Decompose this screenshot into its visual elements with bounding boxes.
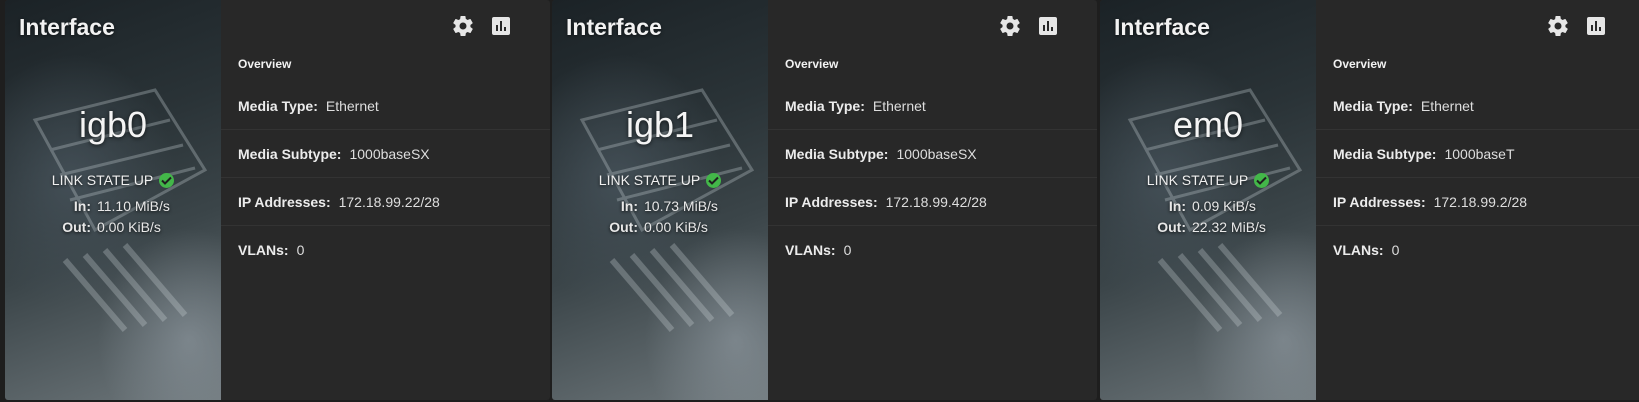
traffic-out-label: Out: [62,219,91,235]
media-subtype-value: 1000baseSX [896,145,977,162]
interface-name: em0 [1172,104,1244,145]
interface-card-igb1: Interface igb1 LINK STATE UP In: 10.73 M… [552,0,1097,400]
interface-details-panel: Overview Media Type: Ethernet Media Subt… [221,0,550,400]
vlans-label: VLANs: [785,242,836,258]
traffic-in-value: 11.10 MiB/s [97,198,170,214]
media-subtype-value: 1000baseT [1444,145,1515,162]
ip-addresses-label: IP Addresses: [1333,193,1426,210]
media-type-row: Media Type: Ethernet [768,82,1097,130]
vlans-row: VLANs: 0 [1316,226,1639,274]
link-state-label: LINK STATE UP [1146,172,1249,188]
link-state-label: LINK STATE UP [51,172,154,188]
media-type-label: Media Type: [1333,97,1413,114]
traffic-out-value: 0.00 KiB/s [644,219,708,235]
media-type-label: Media Type: [785,97,865,114]
settings-button[interactable] [451,14,475,38]
media-subtype-row: Media Subtype: 1000baseSX [768,130,1097,178]
traffic-out-label: Out: [609,219,638,235]
ip-addresses-label: IP Addresses: [238,193,331,210]
interface-name: igb0 [78,104,148,145]
traffic-in-label: In: [620,198,638,214]
traffic-out-value: 0.00 KiB/s [97,219,161,235]
ip-addresses-value: 172.18.99.42/28 [885,193,987,210]
interface-card-igb0: Interface igb0 LINK STATE UP In: 11.10 M… [5,0,550,400]
media-subtype-label: Media Subtype: [1333,145,1437,162]
vlans-label: VLANs: [1333,242,1384,258]
card-title: Interface [566,14,662,40]
ip-addresses-label: IP Addresses: [785,193,878,210]
interface-widget-row: Interface igb0 LINK STATE UP In: 11.10 M… [0,0,1639,402]
traffic-out-label: Out: [1157,219,1186,235]
ip-addresses-value: 172.18.99.22/28 [338,193,440,210]
link-state: LINK STATE UP [552,172,768,188]
card-title: Interface [1114,14,1210,40]
bar-chart-icon [1587,17,1605,35]
media-subtype-label: Media Subtype: [238,145,342,162]
vlans-value: 0 [843,242,852,258]
ip-addresses-row: IP Addresses: 172.18.99.2/28 [1316,178,1639,226]
media-type-value: Ethernet [1420,97,1474,114]
media-subtype-value: 1000baseSX [349,145,430,162]
interface-details-panel: Overview Media Type: Ethernet Media Subt… [768,0,1097,400]
overview-heading: Overview [1333,57,1387,71]
gear-icon [453,16,473,37]
bar-chart-icon [492,17,510,35]
stats-button[interactable] [489,14,513,38]
check-circle-icon [1254,172,1270,188]
traffic-in-label: In: [73,198,91,214]
bar-chart-icon [1039,17,1057,35]
media-type-row: Media Type: Ethernet [1316,82,1639,130]
vlans-value: 0 [1391,242,1400,258]
media-type-value: Ethernet [872,97,926,114]
vlans-value: 0 [296,242,305,258]
card-title: Interface [19,14,115,40]
traffic-in-value: 10.73 MiB/s [644,198,718,214]
traffic-in-label: In: [1168,198,1186,214]
gear-icon [1548,16,1568,37]
link-state: LINK STATE UP [1100,172,1316,188]
vlans-row: VLANs: 0 [221,226,550,274]
interface-image-panel: Interface igb0 LINK STATE UP In: 11.10 M… [5,0,221,400]
stats-button[interactable] [1036,14,1060,38]
media-type-label: Media Type: [238,97,318,114]
check-circle-icon [706,172,722,188]
settings-button[interactable] [1546,14,1570,38]
link-state: LINK STATE UP [5,172,221,188]
vlans-label: VLANs: [238,242,289,258]
ip-addresses-value: 172.18.99.2/28 [1433,193,1528,210]
media-subtype-row: Media Subtype: 1000baseSX [221,130,550,178]
interface-image-panel: Interface igb1 LINK STATE UP In: 10.73 M… [552,0,768,400]
ip-addresses-row: IP Addresses: 172.18.99.22/28 [221,178,550,226]
settings-button[interactable] [998,14,1022,38]
interface-details-panel: Overview Media Type: Ethernet Media Subt… [1316,0,1639,400]
media-subtype-label: Media Subtype: [785,145,889,162]
interface-card-em0: Interface em0 LINK STATE UP In: 0.09 KiB… [1100,0,1639,400]
media-type-row: Media Type: Ethernet [221,82,550,130]
check-circle-icon [159,172,175,188]
ip-addresses-row: IP Addresses: 172.18.99.42/28 [768,178,1097,226]
stats-button[interactable] [1584,14,1608,38]
media-subtype-row: Media Subtype: 1000baseT [1316,130,1639,178]
overview-heading: Overview [785,57,839,71]
traffic-in-value: 0.09 KiB/s [1192,198,1256,214]
link-state-label: LINK STATE UP [598,172,701,188]
traffic-out-value: 22.32 MiB/s [1192,219,1266,235]
interface-image-panel: Interface em0 LINK STATE UP In: 0.09 KiB… [1100,0,1316,400]
vlans-row: VLANs: 0 [768,226,1097,274]
interface-name: igb1 [625,104,695,145]
overview-heading: Overview [238,57,292,71]
media-type-value: Ethernet [325,97,379,114]
gear-icon [1000,16,1020,37]
